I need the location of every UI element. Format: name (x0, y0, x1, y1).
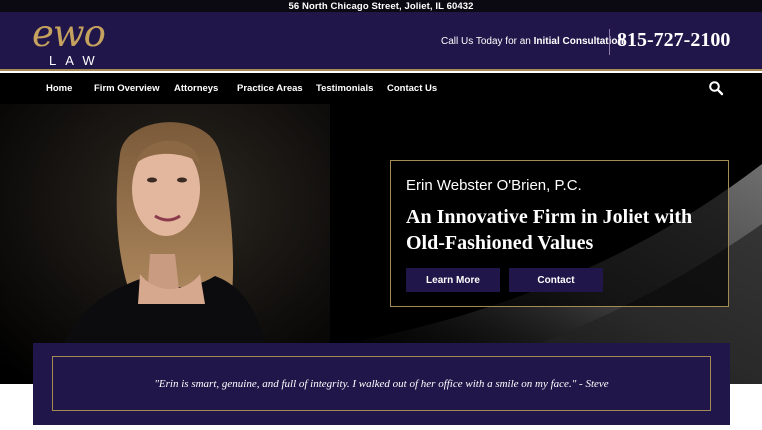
search-icon[interactable] (708, 80, 724, 96)
main-nav: Home Firm Overview Attorneys Practice Ar… (0, 73, 762, 104)
nav-item-practice-areas[interactable]: Practice Areas (237, 83, 303, 94)
nav-item-contact-us[interactable]: Contact Us (387, 83, 437, 94)
nav-item-attorneys[interactable]: Attorneys (174, 83, 218, 94)
phone-number-link[interactable]: 815-727-2100 (617, 29, 730, 52)
consultation-cta: Call Us Today for an Initial Consultatio… (441, 36, 624, 47)
attorney-portrait (0, 104, 330, 384)
nav-item-testimonials[interactable]: Testimonials (316, 83, 373, 94)
header-divider (609, 29, 610, 55)
nav-item-firm-overview[interactable]: Firm Overview (94, 83, 159, 94)
testimonial-frame: "Erin is smart, genuine, and full of int… (52, 356, 711, 411)
firm-name: Erin Webster O'Brien, P.C. (406, 177, 582, 194)
site-header: ewo LAW Call Us Today for an Initial Con… (0, 12, 762, 71)
testimonial-banner: "Erin is smart, genuine, and full of int… (33, 343, 730, 425)
logo-sub: LAW (49, 53, 104, 68)
hero-headline: An Innovative Firm in Joliet with Old-Fa… (406, 206, 693, 254)
hero-message-box: Erin Webster O'Brien, P.C. An Innovative… (390, 160, 729, 307)
cta-bold: Initial Consultation (533, 36, 624, 47)
cta-prefix: Call Us Today for an (441, 36, 534, 47)
testimonial-quote: "Erin is smart, genuine, and full of int… (154, 377, 609, 390)
nav-item-home[interactable]: Home (46, 83, 72, 94)
top-address-bar: 56 North Chicago Street, Joliet, IL 6043… (0, 0, 762, 12)
contact-button[interactable]: Contact (509, 268, 603, 292)
address-text: 56 North Chicago Street, Joliet, IL 6043… (288, 0, 474, 12)
logo-mark: ewo (32, 12, 106, 55)
ewo-law-logo[interactable]: ewo LAW (32, 12, 132, 69)
learn-more-button[interactable]: Learn More (406, 268, 500, 292)
hero-banner: Erin Webster O'Brien, P.C. An Innovative… (0, 104, 762, 384)
